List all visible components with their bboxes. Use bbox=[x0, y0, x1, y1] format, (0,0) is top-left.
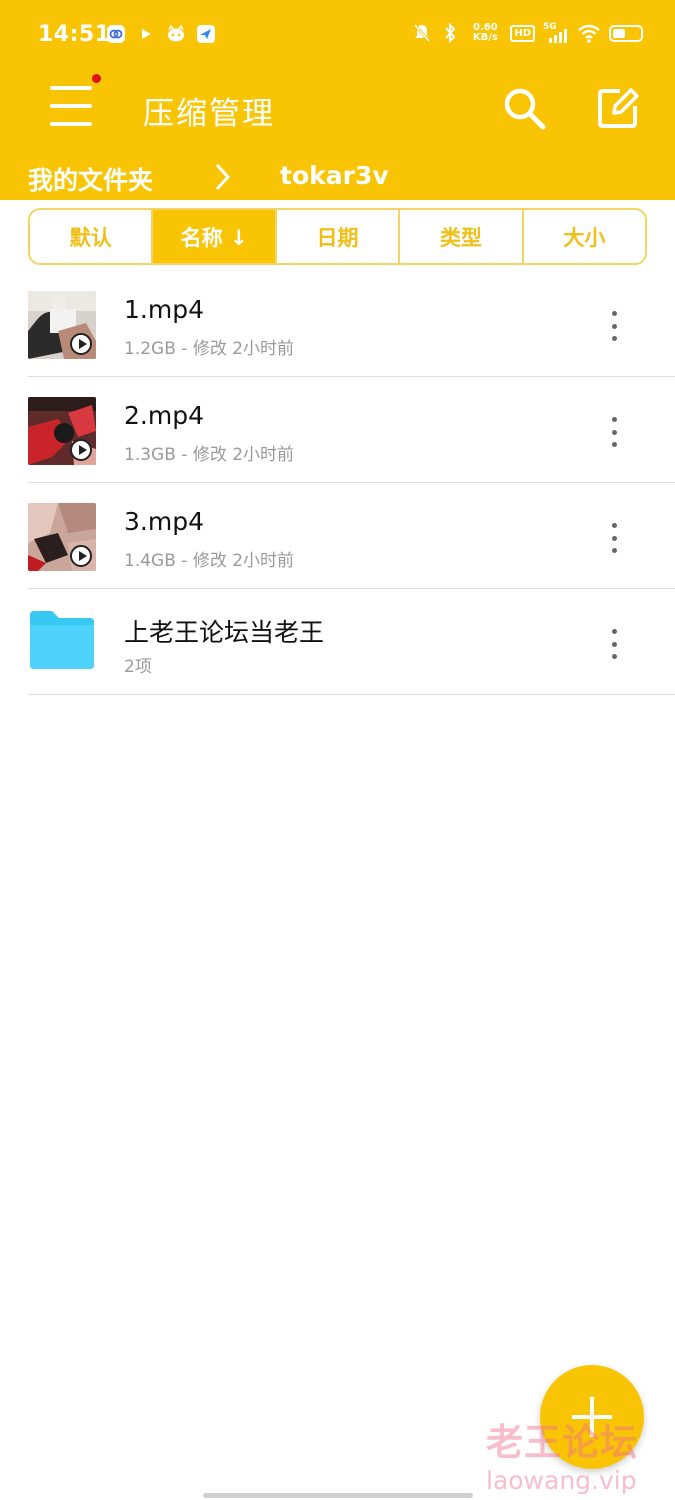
cloud-app-icon bbox=[106, 24, 126, 44]
status-time: 14:51 bbox=[38, 22, 111, 47]
status-bar: 14:51 0.60 KB/s HD 5G bbox=[0, 0, 675, 72]
bird-app-icon bbox=[196, 24, 216, 44]
battery-level bbox=[613, 28, 625, 38]
folder-row[interactable]: 上老王论坛当老王 2项 bbox=[28, 589, 675, 695]
sort-selector: 默认 名称 ↓ 日期 类型 大小 bbox=[28, 208, 647, 265]
play-icon bbox=[70, 333, 92, 355]
file-row[interactable]: 3.mp4 1.4GB - 修改 2小时前 bbox=[28, 483, 675, 589]
hd-badge: HD bbox=[510, 24, 535, 42]
menu-button[interactable] bbox=[46, 74, 101, 130]
edit-icon bbox=[598, 88, 639, 128]
search-button[interactable] bbox=[500, 84, 548, 132]
network-speed-unit: KB/s bbox=[472, 32, 498, 43]
file-meta: 1.2GB - 修改 2小时前 bbox=[124, 339, 295, 359]
play-icon bbox=[70, 439, 92, 461]
watermark: 老王论坛 laowang.vip bbox=[486, 1412, 638, 1495]
folder-icon bbox=[30, 611, 94, 669]
menu-icon-line bbox=[50, 86, 92, 90]
video-thumbnail bbox=[28, 397, 96, 465]
sort-type-button[interactable]: 类型 bbox=[400, 210, 524, 263]
play-notification-icon bbox=[136, 24, 156, 44]
breadcrumb-current[interactable]: tokar3v bbox=[280, 161, 389, 190]
more-options-icon[interactable] bbox=[602, 523, 626, 553]
video-thumbnail bbox=[28, 291, 96, 359]
file-name: 2.mp4 bbox=[124, 401, 204, 430]
home-indicator[interactable] bbox=[203, 1493, 473, 1498]
play-icon bbox=[70, 545, 92, 567]
edit-button[interactable] bbox=[596, 86, 640, 130]
more-options-icon[interactable] bbox=[602, 629, 626, 659]
chevron-right-icon bbox=[215, 163, 231, 191]
network-speed: 0.60 KB/s bbox=[468, 23, 502, 43]
file-name: 1.mp4 bbox=[124, 295, 204, 324]
file-name: 3.mp4 bbox=[124, 507, 204, 536]
mute-bell-icon bbox=[412, 23, 432, 43]
search-icon bbox=[504, 88, 546, 130]
sort-default-button[interactable]: 默认 bbox=[30, 210, 154, 263]
video-thumbnail bbox=[28, 503, 96, 571]
more-options-icon[interactable] bbox=[602, 417, 626, 447]
bluetooth-icon bbox=[440, 23, 460, 43]
wifi-icon bbox=[577, 23, 601, 43]
watermark-title: 老王论坛 bbox=[486, 1421, 638, 1464]
file-row[interactable]: 1.mp4 1.2GB - 修改 2小时前 bbox=[28, 271, 675, 377]
notification-dot bbox=[92, 74, 101, 83]
folder-name: 上老王论坛当老王 bbox=[124, 618, 325, 647]
breadcrumb: 我的文件夹 tokar3v bbox=[0, 158, 675, 198]
cat-app-icon bbox=[166, 24, 186, 44]
file-row[interactable]: 2.mp4 1.3GB - 修改 2小时前 bbox=[28, 377, 675, 483]
page-title: 压缩管理 bbox=[143, 96, 275, 132]
file-meta: 1.4GB - 修改 2小时前 bbox=[124, 551, 295, 571]
watermark-url: laowang.vip bbox=[486, 1466, 637, 1495]
breadcrumb-root[interactable]: 我的文件夹 bbox=[28, 161, 153, 197]
menu-icon-line bbox=[50, 104, 92, 108]
sort-size-button[interactable]: 大小 bbox=[524, 210, 645, 263]
battery-icon bbox=[609, 24, 643, 42]
more-options-icon[interactable] bbox=[602, 311, 626, 341]
sort-date-button[interactable]: 日期 bbox=[277, 210, 401, 263]
folder-meta: 2项 bbox=[124, 657, 152, 677]
menu-icon-line bbox=[50, 122, 92, 126]
signal-5g-icon: 5G bbox=[543, 22, 569, 44]
file-list: 1.mp4 1.2GB - 修改 2小时前 2.mp4 1.3GB - 修改 2… bbox=[28, 271, 675, 695]
sort-name-button[interactable]: 名称 ↓ bbox=[153, 210, 277, 263]
file-meta: 1.3GB - 修改 2小时前 bbox=[124, 445, 295, 465]
